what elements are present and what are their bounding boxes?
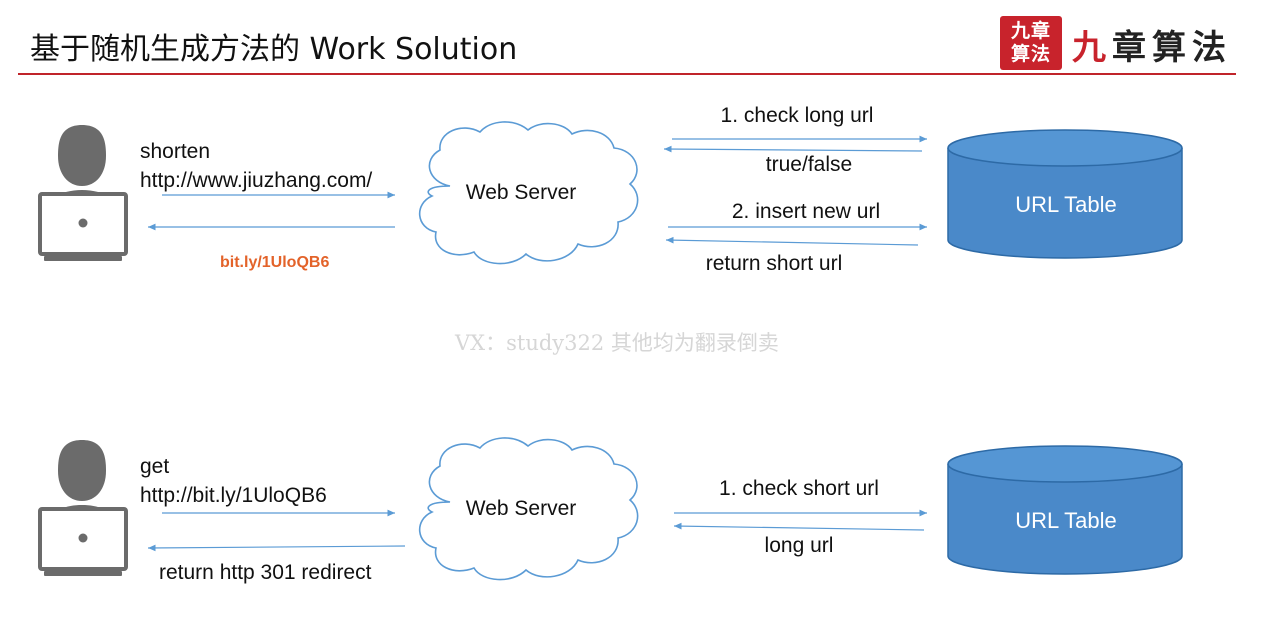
redirect-response-label: return http 301 redirect — [159, 561, 372, 584]
url-table-label: URL Table — [1015, 192, 1117, 217]
return-short-url-label: return short url — [705, 252, 843, 275]
check-response-arrow — [673, 522, 925, 531]
check-short-url-label: 1. check short url — [719, 477, 879, 500]
request-url-label: http://www.jiuzhang.com/ — [140, 169, 373, 192]
insert-new-url-label: 2. insert new url — [731, 200, 881, 223]
long-url-label: long url — [764, 534, 834, 557]
request-action-label: shorten — [140, 140, 211, 163]
insert-response-arrow — [665, 236, 919, 246]
url-table-label: URL Table — [1015, 508, 1117, 533]
web-server-label: Web Server — [465, 497, 577, 520]
user-icon — [38, 438, 128, 578]
diagram-canvas — [38, 121, 1183, 581]
true-false-label: true/false — [765, 153, 853, 176]
watermark-text: VX：study322 其他均为翻录倒卖 — [455, 331, 779, 355]
request-action-label: get — [140, 455, 170, 478]
check-response-arrow — [663, 145, 923, 153]
check-long-url-label: 1. check long url — [720, 104, 874, 127]
response-arrow — [147, 544, 406, 552]
short-url-response-label: bit.ly/1UloQB6 — [220, 254, 330, 271]
user-icon — [38, 123, 128, 263]
request-url-label: http://bit.ly/1UloQB6 — [140, 484, 327, 507]
web-server-label: Web Server — [465, 181, 577, 204]
